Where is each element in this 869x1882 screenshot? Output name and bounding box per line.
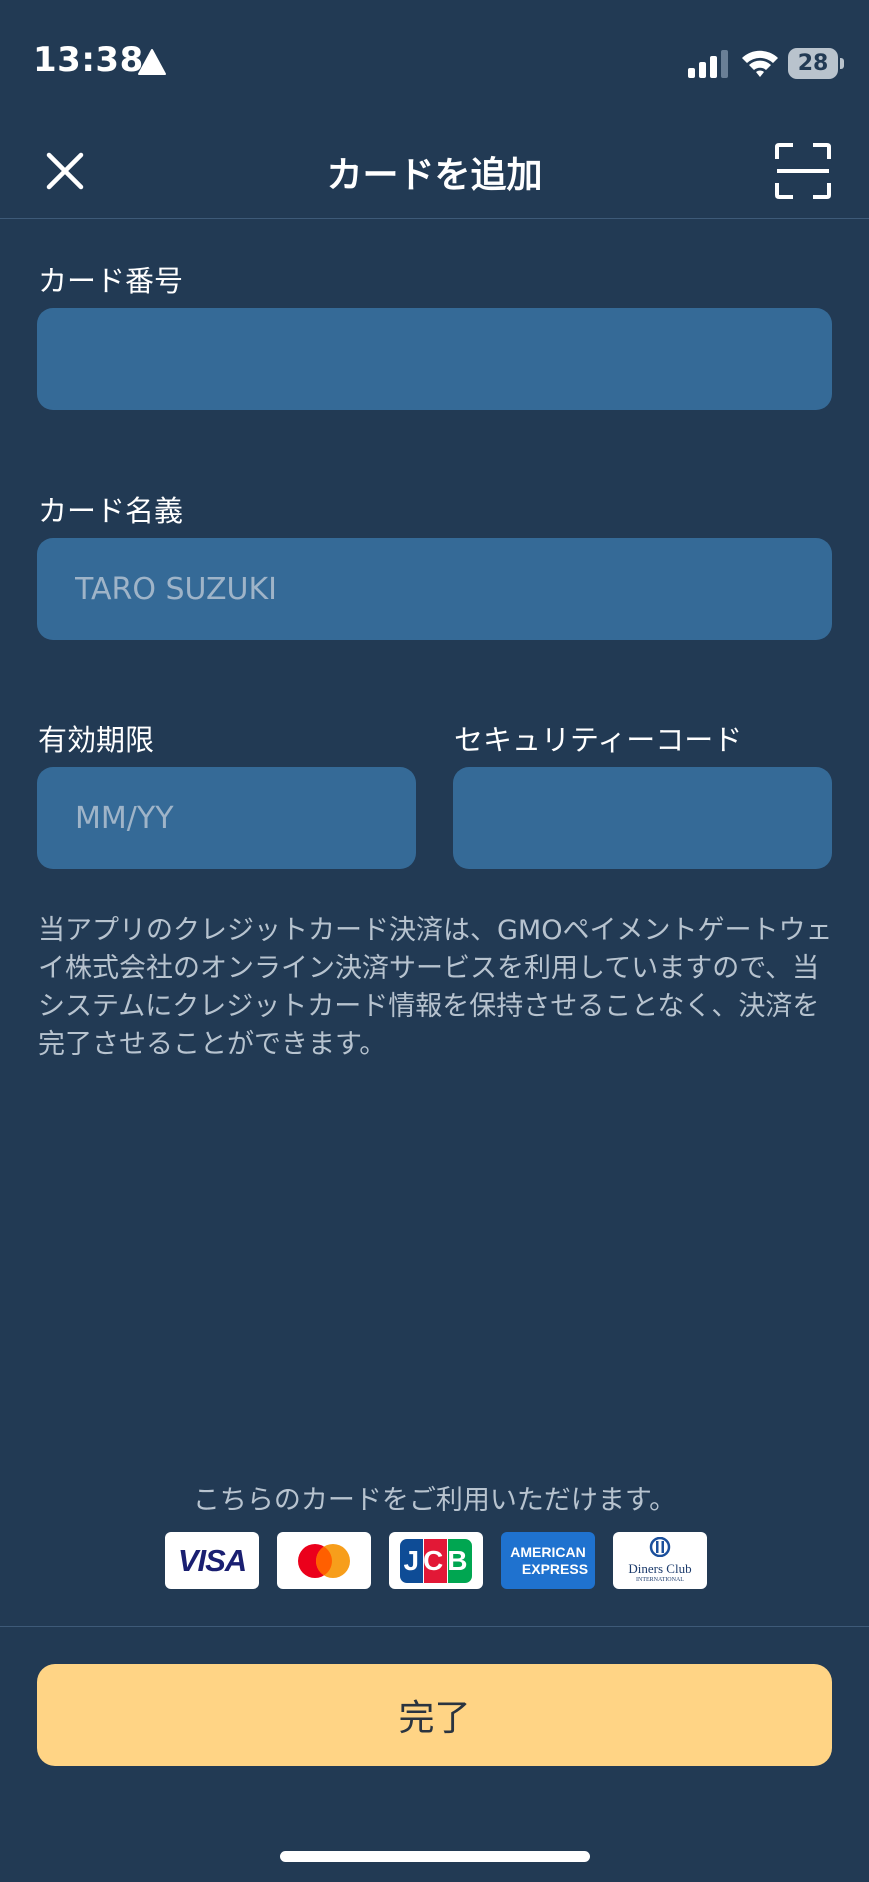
add-card-screen: 13:38 28 カードを追加 カード番号 カード名義 TARO SUZUKI … [0,0,869,1882]
amex-logo: AMERICAN EXPRESS [501,1532,595,1589]
visa-logo: VISA [165,1532,259,1589]
card-number-label: カード番号 [38,264,184,298]
card-number-input[interactable] [37,308,832,410]
payment-notice-text: 当アプリのクレジットカード決済は、GMOペイメントゲートウェイ株式会社のオンライ… [38,915,833,1060]
location-arrow-icon [138,49,166,75]
cellular-signal-icon [688,50,728,78]
home-indicator [280,1851,590,1862]
scan-frame-icon [775,143,831,199]
done-button[interactable]: 完了 [37,1664,832,1766]
wifi-icon [742,50,778,77]
accepted-card-logos: VISA JCB AMERICAN EXPRESS Diners Club IN… [165,1532,707,1589]
security-code-label: セキュリティーコード [454,723,743,757]
security-code-input[interactable] [453,767,832,869]
status-bar: 13:38 28 [0,0,869,120]
status-time: 13:38 [33,40,144,80]
battery-icon: 28 [788,48,844,80]
jcb-logo: JCB [389,1532,483,1589]
navigation-bar: カードを追加 [0,120,869,219]
diners-club-emblem-icon [649,1536,671,1558]
card-holder-label: カード名義 [38,494,184,528]
expiry-input[interactable] [37,767,416,869]
battery-level: 28 [788,48,838,79]
scan-card-button[interactable] [774,142,832,200]
diners-club-logo: Diners Club INTERNATIONAL [613,1532,707,1589]
footer-divider [0,1626,869,1627]
page-title: カードを追加 [326,155,543,196]
mastercard-logo [277,1532,371,1589]
card-holder-input[interactable] [37,538,832,640]
accepted-cards-caption: こちらのカードをご利用いただけます。 [192,1485,677,1516]
expiry-label: 有効期限 [38,723,155,757]
